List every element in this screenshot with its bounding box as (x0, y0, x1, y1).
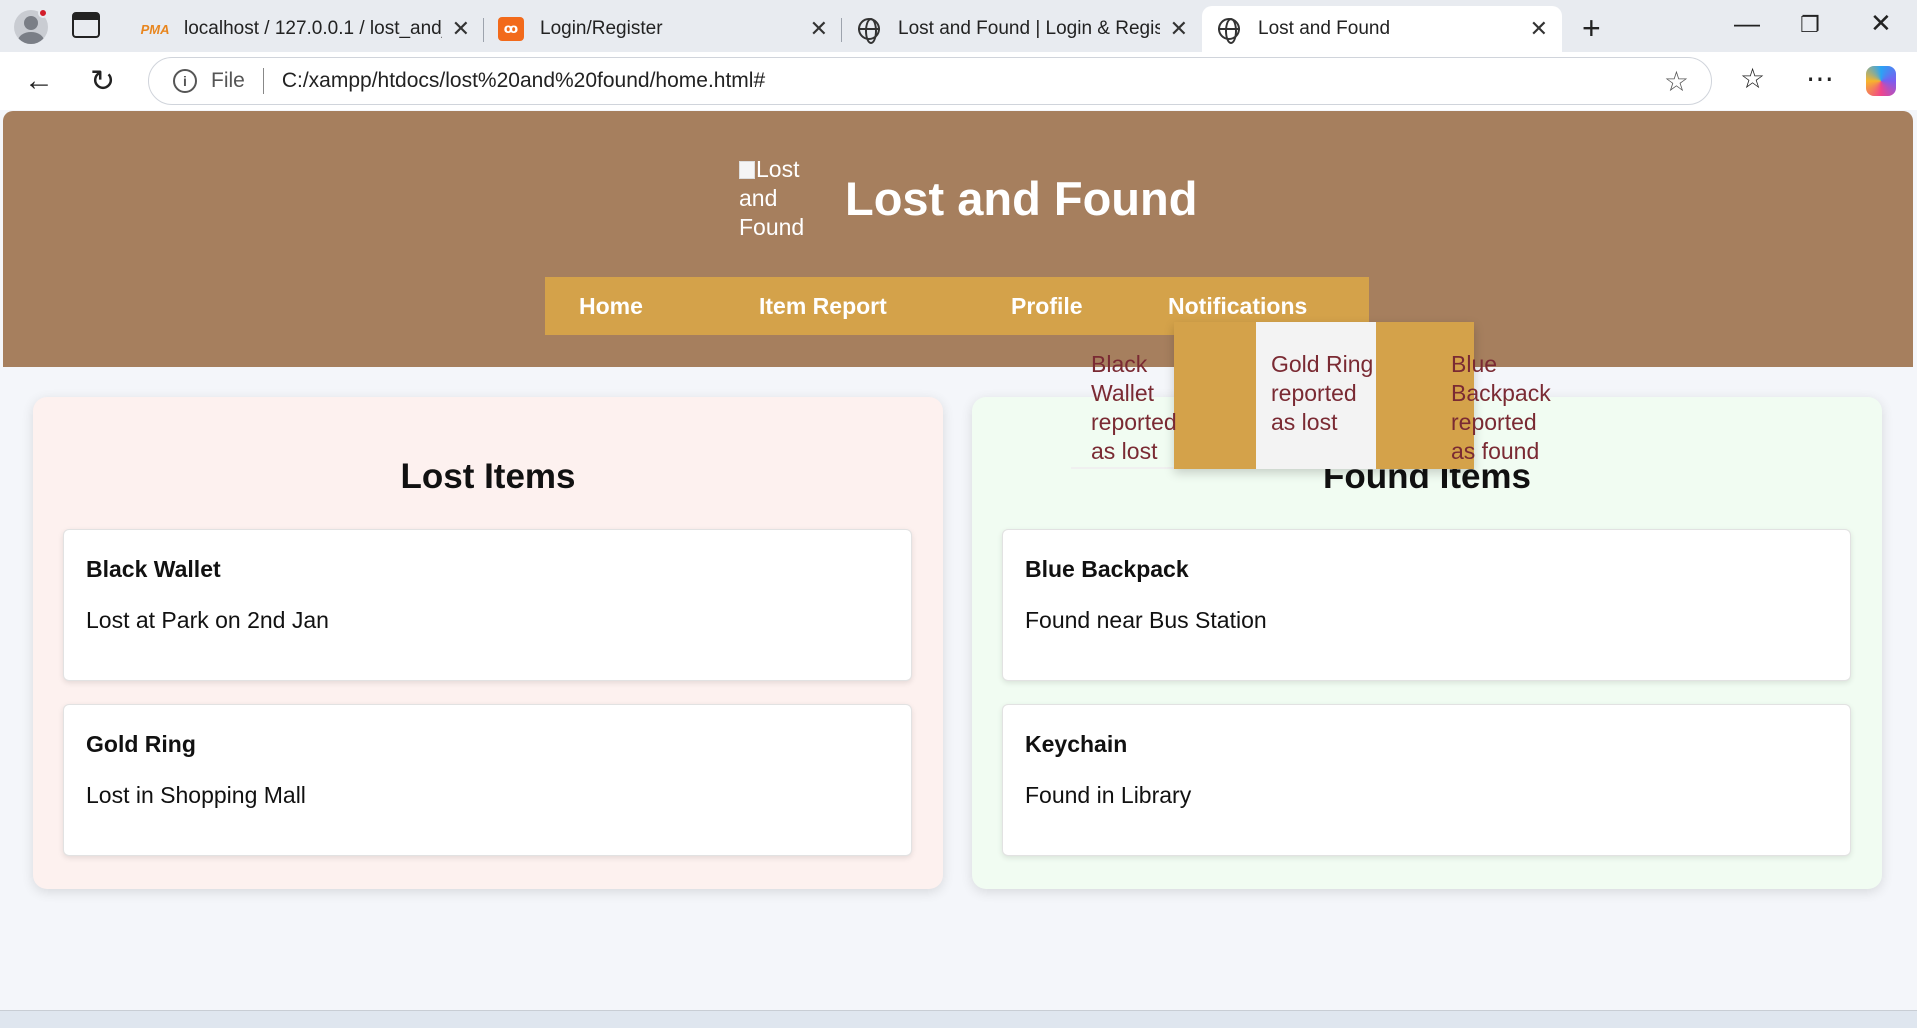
more-options-icon[interactable]: ⋯ (1806, 62, 1834, 95)
web-page: Lost and Found Lost and Found Home Item … (3, 111, 1913, 1001)
tab-actions-icon[interactable] (72, 12, 100, 38)
nav-notifications[interactable]: Notifications (1168, 293, 1307, 320)
globe-icon (856, 17, 882, 44)
info-icon[interactable]: i (173, 69, 197, 93)
lost-items-panel: Lost Items Black Wallet Lost at Park on … (33, 397, 943, 889)
restore-icon[interactable]: ❐ (1800, 12, 1820, 38)
item-description: Found in Library (1025, 782, 1192, 808)
scheme-label: File (211, 69, 245, 92)
os-taskbar (0, 1010, 1917, 1028)
browser-tab-lost-found-login[interactable]: Lost and Found | Login & Register ✕ (842, 6, 1202, 52)
dropdown-divider (1071, 467, 1181, 469)
browser-tab-bar: PMA localhost / 127.0.0.1 / lost_and_fo … (0, 0, 1917, 52)
close-tab-icon[interactable]: ✕ (810, 16, 828, 42)
tab-title: Lost and Found | Login & Register (898, 18, 1160, 39)
close-tab-icon[interactable]: ✕ (452, 16, 470, 42)
nav-profile[interactable]: Profile (1011, 293, 1083, 320)
browser-toolbar: ← ↻ i File C:/xampp/htdocs/lost%20and%20… (0, 52, 1917, 110)
back-arrow-icon[interactable]: ← (24, 64, 54, 98)
new-tab-icon[interactable]: + (1582, 10, 1601, 47)
nav-item-report[interactable]: Item Report (759, 293, 887, 320)
item-card[interactable]: Gold Ring Lost in Shopping Mall (63, 704, 912, 856)
url-text[interactable]: C:/xampp/htdocs/lost%20and%20found/home.… (282, 69, 765, 93)
globe-icon (1216, 17, 1242, 44)
item-name: Black Wallet (86, 556, 221, 582)
nav-home[interactable]: Home (579, 293, 643, 320)
browser-tab-phpmyadmin[interactable]: PMA localhost / 127.0.0.1 / lost_and_fo … (128, 6, 484, 52)
browser-tab-login-register[interactable]: ꝏ Login/Register ✕ (484, 6, 842, 52)
found-items-panel: Found Items Blue Backpack Found near Bus… (972, 397, 1882, 889)
notifications-dropdown: Black Wallet reported as lost Gold Ring … (1071, 322, 1551, 469)
minimize-icon[interactable]: — (1734, 8, 1760, 39)
copilot-icon[interactable] (1866, 66, 1896, 96)
site-logo-broken-image: Lost and Found (739, 155, 819, 242)
item-description: Lost in Shopping Mall (86, 782, 306, 808)
close-window-icon[interactable]: ✕ (1870, 8, 1892, 39)
address-divider (262, 68, 264, 94)
profile-notification-dot (38, 8, 48, 18)
item-card[interactable]: Black Wallet Lost at Park on 2nd Jan (63, 529, 912, 681)
notification-item[interactable]: Gold Ring reported as lost (1271, 350, 1381, 437)
notification-item[interactable]: Black Wallet reported as lost (1091, 350, 1201, 466)
notification-item[interactable]: Blue Backpack reported as found (1451, 350, 1561, 466)
phpmyadmin-icon: PMA (140, 21, 170, 37)
browser-tab-lost-and-found[interactable]: Lost and Found ✕ (1202, 6, 1562, 52)
address-bar[interactable]: i File C:/xampp/htdocs/lost%20and%20foun… (148, 57, 1712, 105)
item-description: Found near Bus Station (1025, 607, 1267, 633)
favorite-star-icon[interactable]: ☆ (1664, 65, 1689, 98)
favorites-icon[interactable]: ☆ (1740, 62, 1765, 95)
tab-title: Lost and Found (1258, 18, 1391, 39)
lost-items-heading: Lost Items (400, 457, 576, 496)
close-tab-icon[interactable]: ✕ (1530, 16, 1548, 42)
tab-title: localhost / 127.0.0.1 / lost_and_fo (184, 18, 442, 39)
item-name: Keychain (1025, 731, 1128, 757)
xampp-icon: ꝏ (498, 17, 524, 41)
tab-title: Login/Register (540, 18, 663, 39)
site-title: Lost and Found (845, 172, 1198, 225)
site-header: Lost and Found Lost and Found Home Item … (3, 111, 1913, 367)
item-card[interactable]: Keychain Found in Library (1002, 704, 1851, 856)
reload-icon[interactable]: ↻ (90, 64, 115, 99)
item-name: Blue Backpack (1025, 556, 1189, 582)
item-card[interactable]: Blue Backpack Found near Bus Station (1002, 529, 1851, 681)
item-name: Gold Ring (86, 731, 196, 757)
item-description: Lost at Park on 2nd Jan (86, 607, 329, 633)
close-tab-icon[interactable]: ✕ (1170, 16, 1188, 42)
